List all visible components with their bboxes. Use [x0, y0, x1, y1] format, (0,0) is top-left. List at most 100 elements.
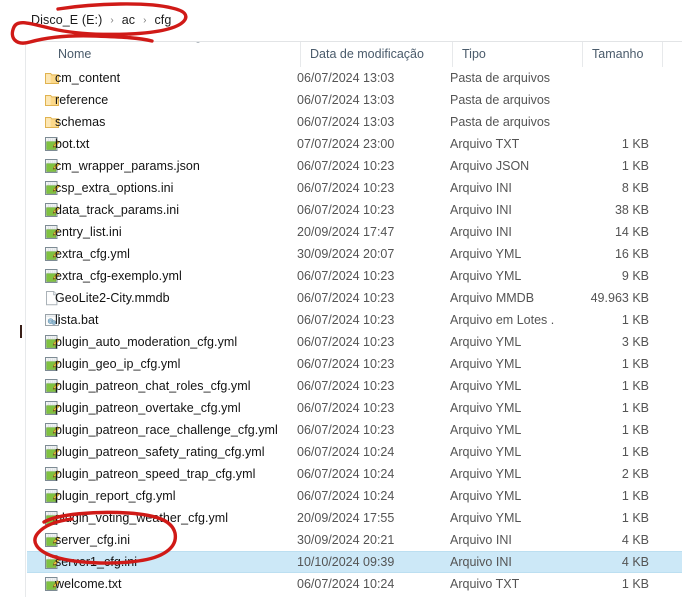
- file-list-row[interactable]: GeoLite2-City.mmdb 06/07/2024 10:23 Arquiv…: [27, 287, 682, 309]
- file-date-modified: 06/07/2024 10:24: [297, 467, 395, 481]
- file-date-modified: 07/07/2024 23:00: [297, 137, 395, 151]
- file-type: Arquivo YML: [450, 379, 522, 393]
- file-type: Arquivo MMDB: [450, 291, 535, 305]
- file-type: Arquivo YML: [450, 467, 522, 481]
- file-type: Arquivo YML: [450, 357, 522, 371]
- file-name: server_cfg.ini: [55, 533, 131, 547]
- file-list-row[interactable]: plugin_voting_weather_cfg.yml 20/09/2024 …: [27, 507, 682, 529]
- file-list-row[interactable]: plugin_patreon_overtake_cfg.yml 06/07/202…: [27, 397, 682, 419]
- file-name: data_track_params.ini: [55, 203, 180, 217]
- file-list-row[interactable]: lista.bat 06/07/2024 10:23 Arquivo em Lote…: [27, 309, 682, 331]
- file-name: csp_extra_options.ini: [55, 181, 174, 195]
- file-list-row[interactable]: extra_cfg-exemplo.yml 06/07/2024 10:23 Arq…: [27, 265, 682, 287]
- address-bar[interactable]: Disco_E (E:) › ac › cfg: [0, 0, 682, 41]
- file-icon-cell: [27, 466, 60, 482]
- file-list-row[interactable]: plugin_patreon_speed_trap_cfg.yml 06/07/2…: [27, 463, 682, 485]
- file-type: Arquivo INI: [450, 225, 512, 239]
- file-date-modified: 06/07/2024 10:23: [297, 401, 395, 415]
- file-type: Arquivo em Lotes ...: [450, 313, 554, 327]
- file-type: Arquivo YML: [450, 511, 522, 525]
- file-list-row[interactable]: cm_content 06/07/2024 13:03 Pasta de arqui…: [27, 67, 682, 89]
- file-size: 4 KB: [621, 555, 649, 569]
- file-name: plugin_geo_ip_cfg.yml: [55, 357, 181, 371]
- file-name: cm_wrapper_params.json: [55, 159, 200, 173]
- breadcrumb-item-cfg[interactable]: cfg: [151, 12, 174, 28]
- file-date-modified: 06/07/2024 10:23: [297, 181, 395, 195]
- file-name: plugin_patreon_overtake_cfg.yml: [55, 401, 241, 415]
- file-type: Arquivo TXT: [450, 577, 520, 591]
- file-type: Arquivo INI: [450, 533, 512, 547]
- file-type: Arquivo YML: [450, 401, 522, 415]
- column-header-spacer[interactable]: [662, 42, 682, 67]
- column-header-date-modified[interactable]: Data de modificação: [300, 42, 452, 67]
- file-list-row[interactable]: welcome.txt 06/07/2024 10:24 Arquivo TXT 1 …: [27, 573, 682, 595]
- file-list-row[interactable]: plugin_auto_moderation_cfg.yml 06/07/2024…: [27, 331, 682, 353]
- file-size: 3 KB: [621, 335, 649, 349]
- chevron-right-icon: ›: [143, 14, 147, 26]
- file-name: plugin_patreon_chat_roles_cfg.yml: [55, 379, 251, 393]
- breadcrumb-item-drive[interactable]: Disco_E (E:): [28, 12, 105, 28]
- column-header-name-label: Nome: [58, 47, 92, 61]
- file-type: Arquivo YML: [450, 269, 522, 283]
- file-icon-cell: [27, 290, 58, 306]
- file-list-row[interactable]: bot.txt 07/07/2024 23:00 Arquivo TXT 1 KB: [27, 133, 682, 155]
- file-size: 1 KB: [621, 137, 649, 151]
- file-size: 49.963 KB: [590, 291, 649, 305]
- file-list-row[interactable]: reference 06/07/2024 13:03 Pasta de arquiv…: [27, 89, 682, 111]
- file-icon-cell: [27, 136, 60, 152]
- file-list-row[interactable]: server_cfg.ini 30/09/2024 20:21 Arquivo IN…: [27, 529, 682, 551]
- file-size: 1 KB: [621, 511, 649, 525]
- file-size: 4 KB: [621, 533, 649, 547]
- file-icon-cell: [27, 70, 59, 86]
- file-name: plugin_report_cfg.yml: [55, 489, 176, 503]
- breadcrumb-item-ac[interactable]: ac: [119, 12, 138, 28]
- file-name: plugin_patreon_safety_rating_cfg.yml: [55, 445, 265, 459]
- file-icon-cell: [27, 554, 60, 570]
- breadcrumb[interactable]: Disco_E (E:) › ac › cfg: [28, 10, 174, 30]
- file-type: Arquivo INI: [450, 555, 512, 569]
- file-list-row[interactable]: csp_extra_options.ini 06/07/2024 10:23 Arq…: [27, 177, 682, 199]
- column-header-type[interactable]: Tipo: [452, 42, 582, 67]
- file-list-row[interactable]: server1_cfg.ini 10/10/2024 09:39 Arquivo I…: [27, 551, 682, 573]
- file-icon-cell: [27, 246, 60, 262]
- file-list-row[interactable]: entry_list.ini 20/09/2024 17:47 Arquivo IN…: [27, 221, 682, 243]
- file-list-row[interactable]: cm_wrapper_params.json 06/07/2024 10:23 Ar…: [27, 155, 682, 177]
- file-date-modified: 10/10/2024 09:39: [297, 555, 395, 569]
- file-name: extra_cfg-exemplo.yml: [55, 269, 182, 283]
- file-name: welcome.txt: [55, 577, 122, 591]
- file-list-row[interactable]: plugin_report_cfg.yml 06/07/2024 10:24 Arq…: [27, 485, 682, 507]
- file-list[interactable]: cm_content 06/07/2024 13:03 Pasta de arqui…: [27, 67, 682, 597]
- file-list-row[interactable]: schemas 06/07/2024 13:03 Pasta de arquivos: [27, 111, 682, 133]
- file-name: reference: [55, 93, 109, 107]
- file-list-row[interactable]: plugin_patreon_race_challenge_cfg.yml 06/…: [27, 419, 682, 441]
- file-size: 2 KB: [621, 467, 649, 481]
- column-header-size[interactable]: Tamanho: [582, 42, 662, 67]
- file-name: cm_content: [55, 71, 121, 85]
- file-type: Arquivo YML: [450, 489, 522, 503]
- column-header-name[interactable]: Nome ˄: [49, 42, 300, 67]
- file-date-modified: 06/07/2024 10:23: [297, 291, 395, 305]
- file-icon-cell: [27, 378, 60, 394]
- file-name: plugin_auto_moderation_cfg.yml: [55, 335, 238, 349]
- file-name: entry_list.ini: [55, 225, 122, 239]
- file-size: 1 KB: [621, 577, 649, 591]
- file-type: Pasta de arquivos: [450, 93, 551, 107]
- file-list-row[interactable]: plugin_patreon_chat_roles_cfg.yml 06/07/2…: [27, 375, 682, 397]
- file-list-row[interactable]: plugin_geo_ip_cfg.yml 06/07/2024 10:23 Arq…: [27, 353, 682, 375]
- file-name: extra_cfg.yml: [55, 247, 130, 261]
- file-size: 1 KB: [621, 313, 649, 327]
- file-date-modified: 06/07/2024 13:03: [297, 71, 395, 85]
- file-size: 1 KB: [621, 445, 649, 459]
- file-size: 1 KB: [621, 401, 649, 415]
- file-icon-cell: [27, 224, 60, 240]
- file-size: 1 KB: [621, 379, 649, 393]
- file-date-modified: 30/09/2024 20:07: [297, 247, 395, 261]
- file-date-modified: 06/07/2024 10:24: [297, 489, 395, 503]
- file-date-modified: 06/07/2024 10:23: [297, 357, 395, 371]
- file-icon-cell: [27, 114, 59, 130]
- file-icon-cell: [27, 202, 60, 218]
- file-list-row[interactable]: plugin_patreon_safety_rating_cfg.yml 06/0…: [27, 441, 682, 463]
- file-size: 8 KB: [621, 181, 649, 195]
- file-list-row[interactable]: data_track_params.ini 06/07/2024 10:23 Arq…: [27, 199, 682, 221]
- file-list-row[interactable]: extra_cfg.yml 30/09/2024 20:07 Arquivo YML…: [27, 243, 682, 265]
